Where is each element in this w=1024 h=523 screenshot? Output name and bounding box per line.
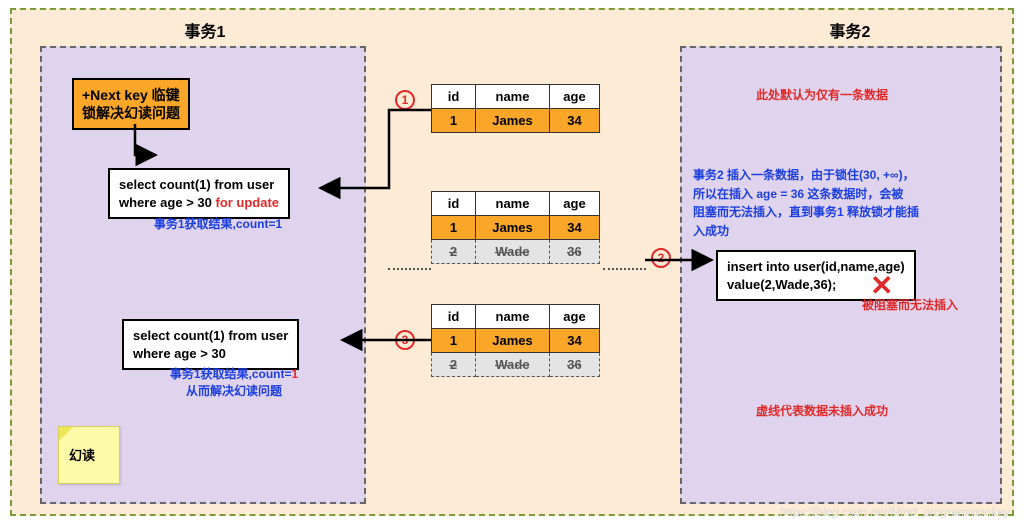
table-row: 1 James 34 (432, 109, 600, 133)
table2-dotted-left (388, 268, 431, 270)
tx2-title: 事务2 (790, 18, 910, 42)
tx2-bottom-note: 虚线代表数据未插入成功 (756, 402, 888, 419)
sticky-text: 幻读 (69, 448, 95, 463)
sql-box-3: select count(1) from user where age > 30 (122, 319, 299, 370)
tx2-top-note: 此处默认为仅有一条数据 (756, 86, 888, 103)
table-row-pending: 2 Wade 36 (432, 353, 600, 377)
th-id: id (432, 85, 476, 109)
key-lock-line1: +Next key 临键 (82, 87, 180, 103)
th-name: name (476, 85, 550, 109)
step-2: 2 (651, 248, 671, 268)
th-age: age (550, 85, 600, 109)
table-row: 1 James 34 (432, 216, 600, 240)
insert-blocked-note: 被阻塞而无法插入 (862, 296, 958, 313)
tx2-explain: 事务2 插入一条数据，由于锁住(30, +∞)， 所以在插入 age = 36 … (693, 166, 997, 240)
tx1-title: 事务1 (145, 18, 265, 42)
table2-dotted-right (603, 268, 646, 270)
sql3-line2: where age > 30 (133, 346, 226, 361)
key-lock-line2: 锁解决幻读问题 (82, 105, 180, 121)
sql1-for-update: for update (215, 195, 279, 210)
sql3-caption: 事务1获取结果,count=1 从而解决幻读问题 (124, 366, 344, 401)
step-1: 1 (395, 90, 415, 110)
sql1-caption: 事务1获取结果,count=1 (108, 215, 328, 232)
watermark: https://blog.csdn.net/Mind_programmonkey (780, 505, 1010, 519)
sticky-note: 幻读 (58, 426, 120, 484)
step-3: 3 (395, 330, 415, 350)
table-row: 1 James 34 (432, 329, 600, 353)
table-1: id name age 1 James 34 (431, 84, 600, 133)
table-header-row: id name age (432, 85, 600, 109)
table-row-pending: 2 Wade 36 (432, 240, 600, 264)
table-3: id name age 1 James 34 2 Wade 36 (431, 304, 600, 377)
sql-box-1: select count(1) from user where age > 30… (108, 168, 290, 219)
sql1-line2a: where age > 30 (119, 195, 215, 210)
sql3-line1: select count(1) from user (133, 328, 288, 343)
next-key-lock-banner: +Next key 临键 锁解决幻读问题 (72, 78, 190, 130)
sql1-line1: select count(1) from user (119, 177, 274, 192)
insert-line2: value(2,Wade,36); (727, 277, 836, 292)
table-2: id name age 1 James 34 2 Wade 36 (431, 191, 600, 264)
